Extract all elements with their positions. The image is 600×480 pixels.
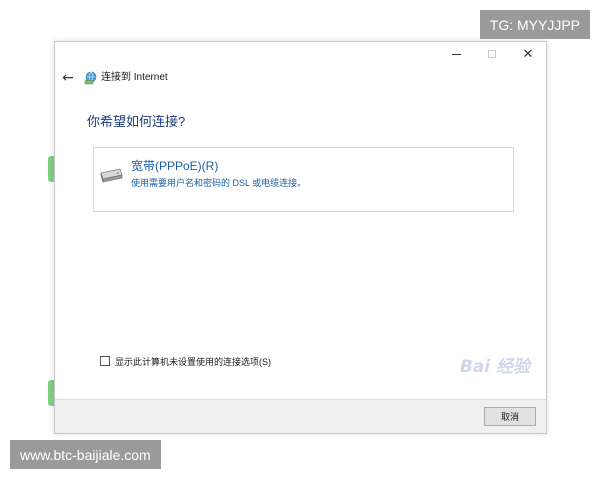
back-button[interactable]: ← [60, 69, 76, 87]
maximize-icon [488, 50, 496, 58]
checkbox-label: 显示此计算机未设置使用的连接选项(S) [115, 356, 271, 367]
back-arrow-icon: ← [62, 70, 74, 86]
website-url-badge: www.btc-baijiale.com [10, 440, 161, 469]
dialog-footer: 取消 [55, 399, 546, 433]
navigation-bar: ← 连接到 Internet [55, 69, 546, 87]
broadband-pppoe-option[interactable]: 宽带(PPPoE)(R) 使用需要用户名和密码的 DSL 或电缆连接。 [93, 147, 514, 212]
broadband-modem-icon [100, 168, 123, 183]
maximize-button[interactable] [474, 42, 510, 66]
close-button[interactable]: ✕ [510, 42, 546, 66]
option-description: 使用需要用户名和密码的 DSL 或电缆连接。 [131, 178, 307, 188]
window-title: 连接到 Internet [101, 72, 168, 83]
cancel-button[interactable]: 取消 [484, 407, 536, 426]
minimize-button[interactable] [438, 42, 474, 66]
close-icon: ✕ [522, 46, 534, 62]
minimize-icon [451, 53, 461, 55]
page-heading: 你希望如何连接? [87, 114, 186, 129]
show-unconfigured-options-row[interactable]: 显示此计算机未设置使用的连接选项(S) [100, 354, 271, 368]
title-bar: ✕ [55, 42, 546, 66]
option-title: 宽带(PPPoE)(R) [131, 159, 219, 173]
network-globe-icon [84, 71, 97, 85]
show-unconfigured-options-checkbox[interactable] [100, 356, 110, 366]
tg-contact-badge: TG: MYYJJPP [479, 10, 590, 39]
baidu-watermark: Bai 经验 [459, 357, 530, 377]
